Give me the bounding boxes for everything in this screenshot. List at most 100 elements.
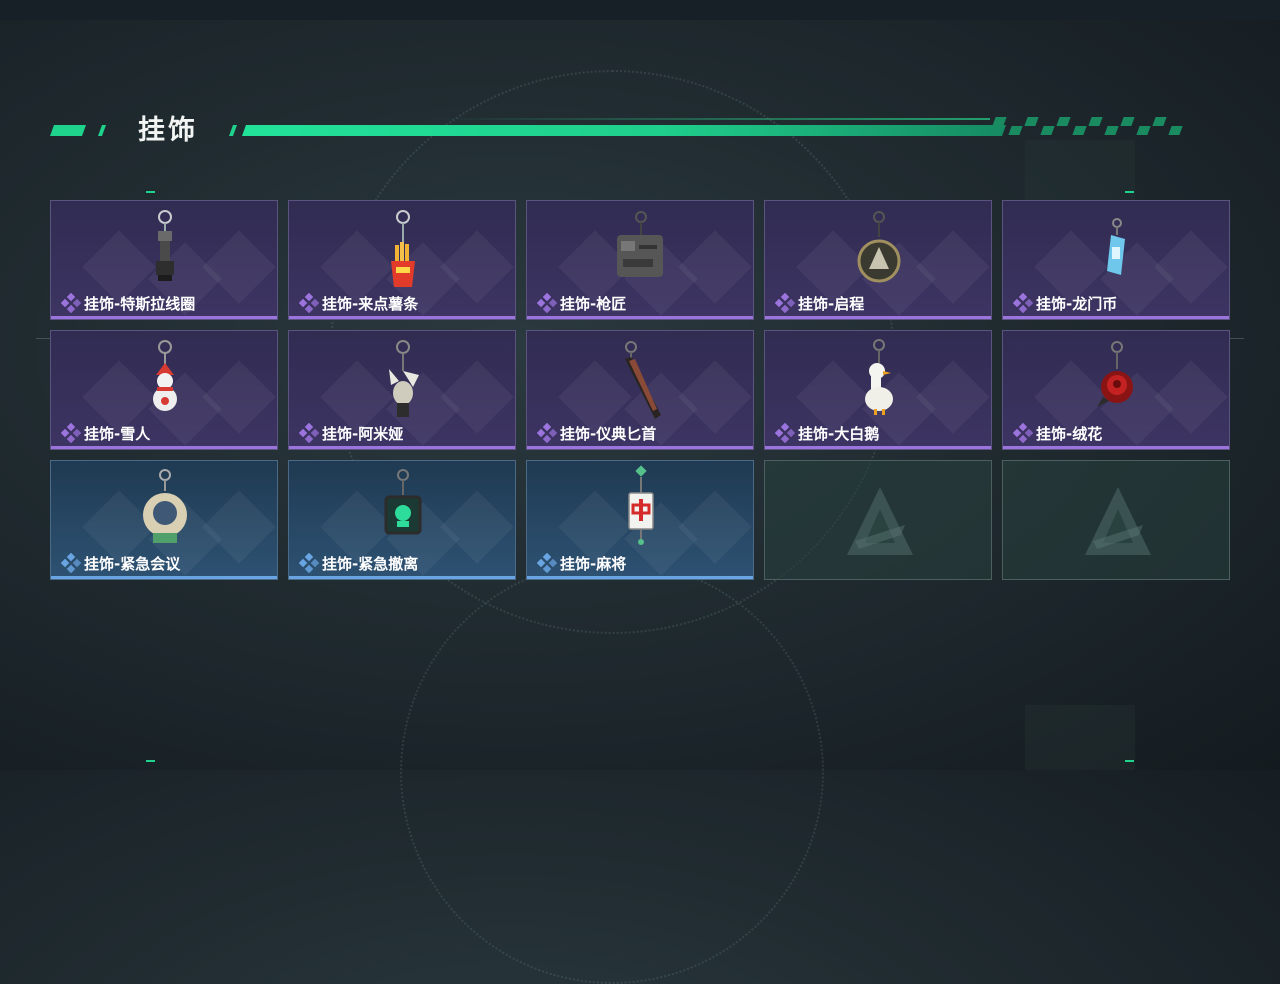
card-background-diamond [678,490,752,564]
rarity-underline [289,446,515,449]
charm-name-label: 挂饰-阿米娅 [322,425,404,443]
card-background-diamond [916,230,990,304]
header-checker-decoration [1136,126,1151,135]
snowman-charm-icon [153,340,177,411]
header-accent-tick [97,125,107,136]
rarity-underline [51,316,277,319]
lmd-charm-icon [1107,218,1125,275]
header-thin-line [430,118,990,120]
rose-charm-icon [1097,341,1133,407]
rarity-underline [1003,316,1229,319]
corner-tick [1125,191,1134,193]
header-checker-decoration [1040,126,1055,135]
charm-card[interactable]: 挂饰-雪人 [50,330,278,450]
charm-name-label: 挂饰-特斯拉线圈 [84,295,196,313]
header-accent-bar [49,125,87,136]
header-checker-decoration [1104,126,1119,135]
charm-card[interactable]: 挂饰-仪典匕首 [526,330,754,450]
charm-card[interactable]: 挂饰-大白鹅 [764,330,992,450]
background-ring-decoration [400,560,824,984]
rarity-diamond-icon [537,293,557,313]
meeting-charm-icon [143,469,187,543]
rarity-underline [527,446,753,449]
card-background-diamond [202,230,276,304]
corner-tick [146,760,155,762]
charm-card[interactable]: 挂饰-启程 [764,200,992,320]
charm-name-label: 挂饰-大白鹅 [798,425,880,443]
gunsmith-charm-icon [617,211,663,277]
background-building-decoration [1025,705,1135,770]
charm-name-label: 挂饰-来点薯条 [322,295,419,313]
header-checker-decoration [1024,117,1039,126]
empty-charm-slot[interactable] [764,460,992,580]
charm-card[interactable]: 挂饰-麻将 [526,460,754,580]
charm-name-label: 挂饰-紧急会议 [84,555,181,573]
empty-charm-slot[interactable] [1002,460,1230,580]
side-line-decoration [36,338,50,339]
charm-name-label: 挂饰-雪人 [84,425,151,443]
header-checker-decoration [1152,117,1167,126]
card-background-diamond [440,360,514,434]
amiya-charm-icon [389,340,419,417]
rarity-diamond-icon [299,423,319,443]
card-background-diamond [440,230,514,304]
rarity-underline [51,446,277,449]
section-header: 挂饰 [0,100,1280,160]
rarity-underline [527,576,753,579]
empty-slot-logo-icon [847,487,913,555]
charm-name-label: 挂饰-龙门币 [1036,295,1118,313]
card-background-diamond [678,230,752,304]
goose-charm-icon [865,339,893,415]
charm-name-label: 挂饰-启程 [798,295,865,313]
top-bar [0,0,1280,20]
rarity-underline [527,316,753,319]
card-background-diamond [440,490,514,564]
charm-name-label: 挂饰-绒花 [1036,425,1103,443]
card-background-diamond [202,490,276,564]
rarity-diamond-icon [299,293,319,313]
rarity-diamond-icon [61,423,81,443]
header-progress-bar [241,125,1007,136]
rarity-diamond-icon [775,423,795,443]
empty-slot-logo-icon [1085,487,1151,555]
mahjong-charm-icon [628,465,654,545]
rarity-underline [765,316,991,319]
card-background-diamond [1154,360,1228,434]
charm-card[interactable]: 挂饰-枪匠 [526,200,754,320]
charm-card[interactable]: 挂饰-阿米娅 [288,330,516,450]
rarity-diamond-icon [1013,423,1033,443]
charm-card[interactable]: 挂饰-特斯拉线圈 [50,200,278,320]
charm-card[interactable]: 挂饰-龙门币 [1002,200,1230,320]
rarity-underline [765,446,991,449]
dagger-charm-icon [625,341,661,419]
header-checker-decoration [1008,126,1023,135]
side-line-decoration [1230,338,1244,339]
header-checker-decoration [1168,126,1183,135]
header-checker-decoration [1056,117,1071,126]
charm-card[interactable]: 挂饰-来点薯条 [288,200,516,320]
departure-charm-icon [857,211,901,283]
header-checker-decoration [1120,117,1135,126]
corner-tick [146,191,155,193]
charm-name-label: 挂饰-麻将 [560,555,627,573]
rarity-diamond-icon [61,553,81,573]
rarity-diamond-icon [537,423,557,443]
tesla-coil-charm-icon [156,210,174,281]
charm-card[interactable]: 挂饰-绒花 [1002,330,1230,450]
card-background-diamond [916,360,990,434]
charm-card[interactable]: 挂饰-紧急会议 [50,460,278,580]
card-background-diamond [1154,230,1228,304]
corner-tick [1125,760,1134,762]
section-title: 挂饰 [138,115,198,146]
rarity-underline [289,576,515,579]
charm-card[interactable]: 挂饰-紧急撤离 [288,460,516,580]
header-accent-tick [228,125,238,136]
rarity-underline [1003,446,1229,449]
fries-charm-icon [391,210,415,287]
evac-charm-icon [384,469,422,535]
card-background-diamond [202,360,276,434]
rarity-underline [289,316,515,319]
card-background-diamond [678,360,752,434]
rarity-diamond-icon [775,293,795,313]
rarity-diamond-icon [1013,293,1033,313]
